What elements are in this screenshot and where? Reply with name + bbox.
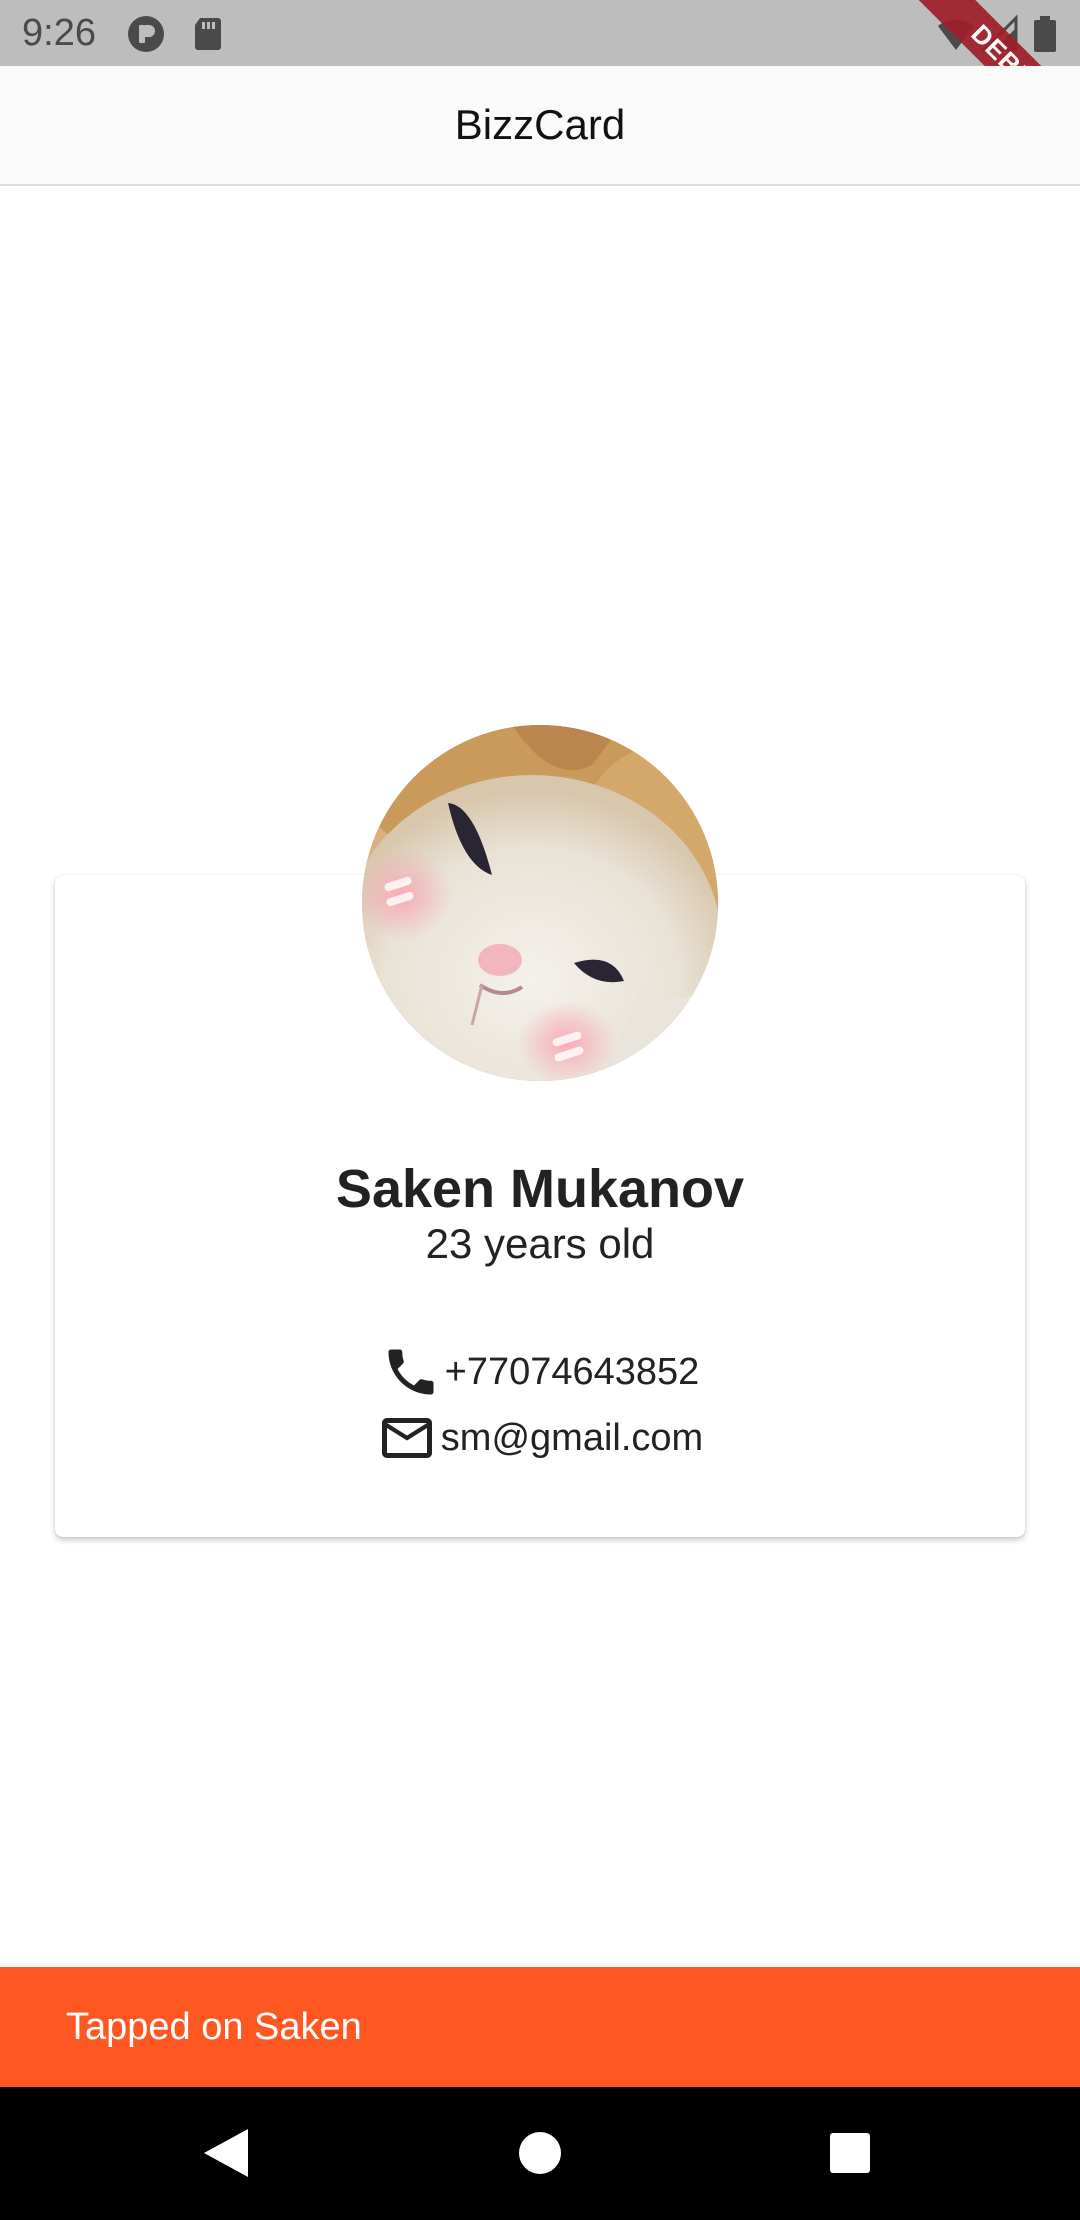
back-icon[interactable]: [190, 2117, 262, 2189]
mail-icon: [377, 1408, 437, 1468]
system-nav-bar: [0, 2087, 1080, 2220]
email-row[interactable]: sm@gmail.com: [0, 1408, 1080, 1468]
snackbar-text: Tapped on Saken: [66, 2005, 362, 2048]
status-bar: 9:26: [0, 0, 1080, 66]
phone-number: +77074643852: [444, 1350, 700, 1393]
sd-card-icon: [188, 14, 228, 54]
wifi-icon: [936, 14, 976, 54]
phone-row[interactable]: +77074643852: [0, 1342, 1080, 1402]
home-icon[interactable]: [504, 2117, 576, 2189]
cat-avatar-image[interactable]: [362, 725, 718, 1081]
battery-icon: [1030, 14, 1060, 54]
snackbar: Tapped on Saken: [0, 1967, 1080, 2087]
signal-icon: [980, 14, 1020, 54]
status-time: 9:26: [22, 12, 96, 54]
recents-icon[interactable]: [814, 2117, 886, 2189]
person-name: Saken Mukanov: [335, 1159, 745, 1219]
person-age: 23 years old: [425, 1220, 655, 1267]
email-address: sm@gmail.com: [440, 1416, 704, 1459]
phone-icon: [381, 1342, 441, 1402]
notification-app-icon: [126, 14, 166, 54]
app-title: BizzCard: [454, 101, 626, 148]
app-bar: BizzCard: [0, 66, 1080, 186]
